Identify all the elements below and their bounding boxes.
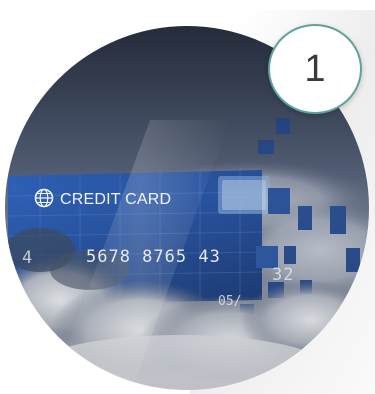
card-number-fragment: 4 (22, 248, 33, 268)
illustration-stage: CREDIT CARD 4 5678 8765 43 05/ 32 1 (0, 0, 375, 394)
step-number-badge: 1 (268, 24, 362, 114)
card-number: 5678 8765 43 (86, 247, 221, 267)
step-number: 1 (304, 48, 326, 90)
card-brand-label: CREDIT CARD (60, 191, 171, 208)
card-expiry-fragment: 05/ (218, 294, 241, 309)
card-side-fragment: 32 (272, 265, 294, 285)
